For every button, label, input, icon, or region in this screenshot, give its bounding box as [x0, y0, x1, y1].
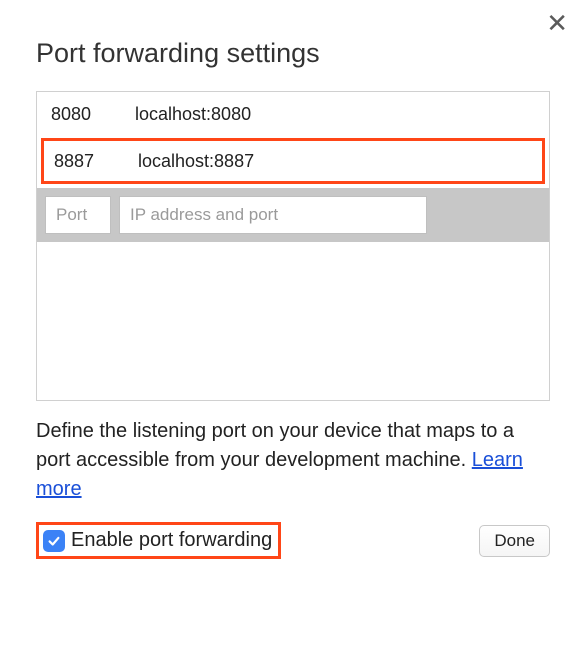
close-icon: ✕: [546, 8, 568, 38]
close-button[interactable]: ✕: [546, 10, 568, 36]
enable-forwarding-checkbox[interactable]: [43, 530, 65, 552]
done-button[interactable]: Done: [479, 525, 550, 557]
address-input[interactable]: [119, 196, 427, 234]
enable-forwarding-group: Enable port forwarding: [36, 522, 281, 559]
dialog-footer: Enable port forwarding Done: [36, 522, 550, 559]
description-text: Define the listening port on your device…: [36, 417, 550, 504]
enable-forwarding-label: Enable port forwarding: [71, 529, 272, 552]
new-rule-input-row: [37, 188, 549, 242]
table-row[interactable]: 8080 localhost:8080: [37, 92, 549, 136]
dialog-title: Port forwarding settings: [36, 38, 550, 69]
description-content: Define the listening port on your device…: [36, 420, 514, 471]
port-forwarding-dialog: ✕ Port forwarding settings 8080 localhos…: [0, 0, 586, 583]
checkmark-icon: [47, 534, 61, 548]
port-value: 8080: [49, 104, 129, 125]
address-value: localhost:8887: [132, 151, 534, 172]
table-row[interactable]: 8887 localhost:8887: [41, 138, 545, 184]
port-input[interactable]: [45, 196, 111, 234]
address-value: localhost:8080: [129, 104, 537, 125]
port-forwarding-table: 8080 localhost:8080 8887 localhost:8887: [36, 91, 550, 401]
port-value: 8887: [52, 151, 132, 172]
